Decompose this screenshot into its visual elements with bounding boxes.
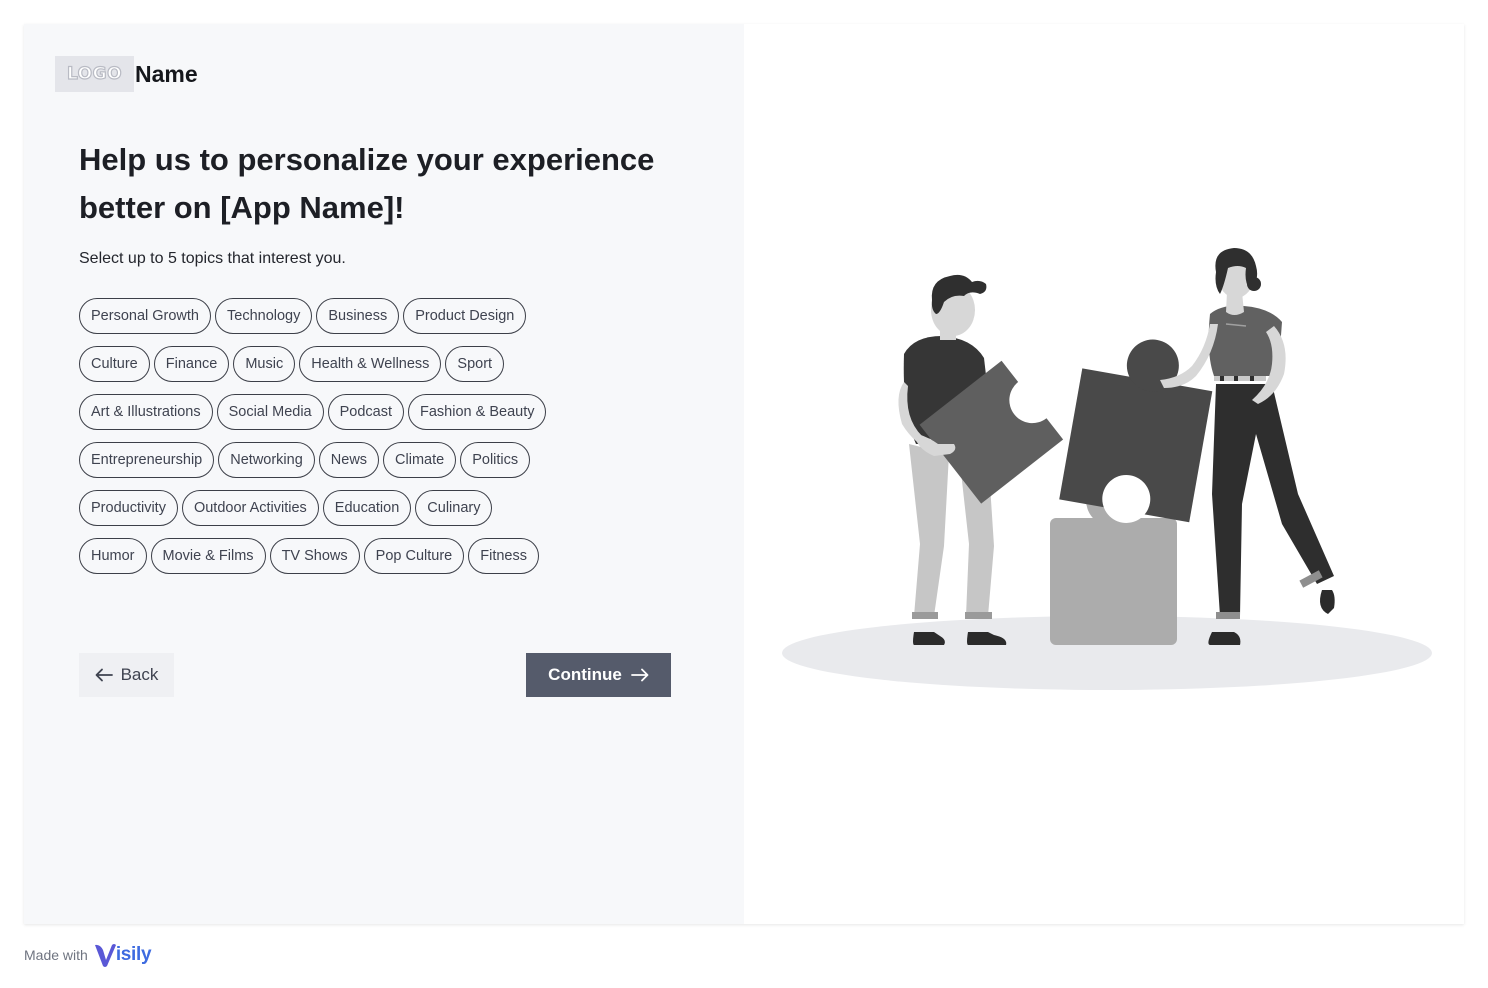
topic-chip[interactable]: Entrepreneurship [79,442,215,478]
onboarding-frame: LOGO Name Help us to personalize your ex… [24,24,1464,924]
visily-logo[interactable]: isily [94,942,152,968]
continue-button-label: Continue [548,665,622,684]
topic-chip[interactable]: Education [322,490,412,526]
topic-chip[interactable]: Culture [79,346,150,382]
logo: LOGO [55,56,134,92]
topic-chip[interactable]: Health & Wellness [299,346,442,382]
brand-header: LOGO Name [55,56,198,92]
topic-chip-list: Personal Growth Technology Business Product… [79,298,579,586]
arrow-left-icon [95,668,113,682]
topic-chip[interactable]: Humor [79,538,147,574]
illustration-panel [744,24,1464,924]
topic-chip[interactable]: Climate [383,442,457,478]
topic-chip[interactable]: Personal Growth [79,298,211,334]
made-with-text: Made with [24,947,88,963]
topic-chip[interactable]: Productivity [79,490,178,526]
topic-chip[interactable]: News [318,442,380,478]
topic-chip[interactable]: Outdoor Activities [181,490,319,526]
puzzle-team-illustration [782,248,1432,690]
topic-chip-row: Entrepreneurship Networking News Climate Pol… [79,442,579,478]
continue-button[interactable]: Continue [526,653,671,697]
topic-chip[interactable]: Fitness [468,538,539,574]
topic-chip-row: Culture Finance Music Health & Wellness Spor… [79,346,579,382]
topic-chip[interactable]: Music [233,346,296,382]
topic-chip[interactable]: Pop Culture [363,538,465,574]
topic-chip[interactable]: Politics [460,442,531,478]
logo-text: LOGO [66,63,123,84]
topic-chip[interactable]: Technology [215,298,313,334]
topic-chip-row: Humor Movie & Films TV Shows Pop Culture Fit… [79,538,579,574]
topic-chip[interactable]: Fashion & Beauty [408,394,547,430]
topic-chip[interactable]: Networking [218,442,315,478]
footer: Made with isily [24,940,152,970]
topic-chip[interactable]: Social Media [216,394,324,430]
visily-brand-text: isily [115,944,152,965]
back-button[interactable]: Back [79,653,174,697]
topic-chip-row: Productivity Outdoor Activities Education C… [79,490,579,526]
topic-chip[interactable]: TV Shows [269,538,360,574]
topic-chip[interactable]: Business [316,298,400,334]
topic-chip[interactable]: Art & Illustrations [79,394,213,430]
topic-chip[interactable]: Movie & Films [150,538,266,574]
brand-name: Name [135,60,198,87]
topic-chip[interactable]: Finance [153,346,230,382]
topic-chip[interactable]: Product Design [403,298,527,334]
visily-v-icon [94,944,116,967]
form-panel: LOGO Name Help us to personalize your ex… [24,24,744,924]
page-subtitle: Select up to 5 topics that interest you. [79,250,346,267]
back-button-label: Back [120,665,159,684]
topic-chip[interactable]: Sport [445,346,505,382]
topic-chip[interactable]: Podcast [327,394,405,430]
topic-chip-row: Art & Illustrations Social Media Podcast Fa… [79,394,579,430]
topic-chip[interactable]: Culinary [415,490,493,526]
arrow-right-icon [630,668,649,682]
topic-chip-row: Personal Growth Technology Business Product… [79,298,579,334]
page-title: Help us to personalize your experience b… [79,142,655,225]
